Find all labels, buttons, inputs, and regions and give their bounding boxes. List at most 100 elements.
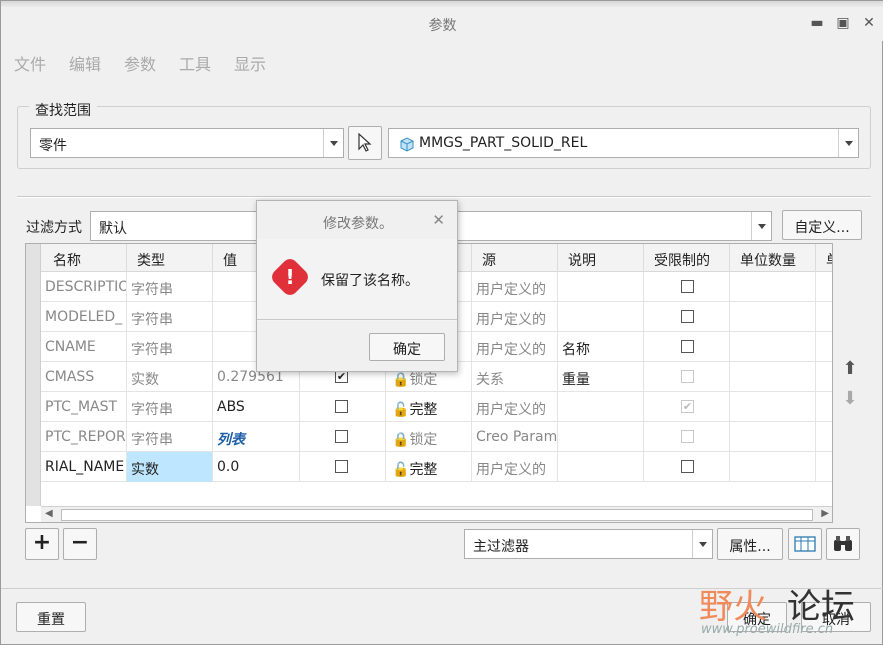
remove-parameter-button[interactable]: −: [63, 528, 97, 560]
table-columns-button[interactable]: [788, 528, 822, 560]
param-name[interactable]: DESCRIPTIO: [41, 272, 127, 302]
restricted-checkbox[interactable]: [681, 460, 694, 473]
watermark-logo-text: 野火: [699, 587, 767, 627]
param-type[interactable]: 字符串: [127, 332, 213, 362]
access-cell[interactable]: 🔓完整: [386, 452, 472, 482]
designate-checkbox[interactable]: [335, 430, 348, 443]
main-filter-dropdown[interactable]: 主过滤器: [464, 529, 713, 559]
customize-button[interactable]: 自定义...: [782, 210, 862, 240]
properties-button[interactable]: 属性...: [717, 528, 783, 560]
restricted-cell[interactable]: [644, 302, 730, 332]
col-unit[interactable]: 单: [816, 244, 832, 272]
param-source[interactable]: Creo Param: [472, 422, 558, 452]
model-dropdown[interactable]: MMGS_PART_SOLID_REL: [388, 128, 859, 158]
chevron-down-icon: [751, 212, 771, 240]
table-row[interactable]: PTC_REPOR 字符串 列表 🔒锁定 Creo Param: [41, 422, 832, 452]
param-source[interactable]: 用户定义的: [472, 392, 558, 422]
add-parameter-button[interactable]: +: [25, 528, 59, 560]
param-value[interactable]: 0.0: [213, 452, 300, 482]
table-columns-icon: [794, 536, 816, 552]
designate-checkbox[interactable]: [335, 460, 348, 473]
table-row[interactable]: RIAL_NAME 实数 0.0 🔓完整 用户定义的: [41, 452, 832, 482]
restricted-cell[interactable]: [644, 422, 730, 452]
param-source[interactable]: 关系: [472, 362, 558, 392]
designate-cell[interactable]: [300, 392, 386, 422]
param-description[interactable]: [558, 392, 644, 422]
param-description[interactable]: [558, 302, 644, 332]
col-unit-quantity[interactable]: 单位数量: [730, 244, 816, 272]
access-cell[interactable]: 🔓完整: [386, 392, 472, 422]
designate-cell[interactable]: [300, 452, 386, 482]
menu-parameters[interactable]: 参数: [124, 51, 156, 75]
dialog-ok-button[interactable]: 确定: [369, 333, 445, 361]
col-name[interactable]: 名称: [41, 244, 127, 272]
search-binoculars-button[interactable]: [826, 528, 860, 560]
restricted-checkbox[interactable]: [681, 340, 694, 353]
param-type[interactable]: 字符串: [127, 422, 213, 452]
close-icon[interactable]: ✕: [861, 15, 877, 31]
param-source[interactable]: 用户定义的: [472, 452, 558, 482]
maximize-icon[interactable]: ▣: [835, 15, 851, 31]
param-name[interactable]: CNAME: [41, 332, 127, 362]
unit-quantity-cell[interactable]: [730, 332, 816, 362]
restricted-cell[interactable]: ✔: [644, 392, 730, 422]
param-type[interactable]: 字符串: [127, 392, 213, 422]
unit-quantity-cell[interactable]: [730, 452, 816, 482]
unit-quantity-cell[interactable]: [730, 272, 816, 302]
restricted-checkbox[interactable]: [681, 310, 694, 323]
param-value[interactable]: ABS: [213, 392, 300, 422]
menu-display[interactable]: 显示: [234, 51, 266, 75]
horizontal-scrollbar[interactable]: ◀ ▶: [41, 506, 832, 522]
param-name[interactable]: RIAL_NAME: [41, 452, 127, 482]
col-restricted[interactable]: 受限制的: [644, 244, 730, 272]
restricted-cell[interactable]: [644, 362, 730, 392]
designate-cell[interactable]: [300, 422, 386, 452]
param-description[interactable]: [558, 272, 644, 302]
param-description[interactable]: [558, 422, 644, 452]
error-exclamation-icon: !: [285, 265, 295, 289]
scroll-right-icon[interactable]: ▶: [821, 508, 829, 519]
col-description[interactable]: 说明: [558, 244, 644, 272]
scroll-thumb[interactable]: [61, 509, 813, 521]
param-type[interactable]: 实数: [127, 362, 213, 392]
menu-file[interactable]: 文件: [14, 51, 46, 75]
param-name[interactable]: MODELED_: [41, 302, 127, 332]
move-down-icon[interactable]: ⬇: [839, 388, 861, 410]
param-source[interactable]: 用户定义的: [472, 332, 558, 362]
param-type-selected[interactable]: 实数: [127, 452, 213, 482]
select-model-button[interactable]: [348, 126, 382, 160]
reset-button[interactable]: 重置: [16, 602, 86, 632]
param-source[interactable]: 用户定义的: [472, 272, 558, 302]
param-type[interactable]: 字符串: [127, 272, 213, 302]
menu-edit[interactable]: 编辑: [69, 51, 101, 75]
unit-quantity-cell[interactable]: [730, 362, 816, 392]
menu-tools[interactable]: 工具: [179, 51, 211, 75]
table-row[interactable]: PTC_MAST 字符串 ABS 🔓完整 用户定义的 ✔: [41, 392, 832, 422]
restricted-cell[interactable]: [644, 332, 730, 362]
param-name[interactable]: PTC_REPOR: [41, 422, 127, 452]
unit-quantity-cell[interactable]: [730, 392, 816, 422]
restricted-checkbox[interactable]: [681, 280, 694, 293]
param-type[interactable]: 字符串: [127, 302, 213, 332]
param-description[interactable]: 名称: [558, 332, 644, 362]
restricted-cell[interactable]: [644, 452, 730, 482]
param-name[interactable]: CMASS: [41, 362, 127, 392]
param-description[interactable]: [558, 452, 644, 482]
designate-checkbox[interactable]: [335, 400, 348, 413]
unit-quantity-cell[interactable]: [730, 302, 816, 332]
access-cell[interactable]: 🔒锁定: [386, 422, 472, 452]
param-source[interactable]: 用户定义的: [472, 302, 558, 332]
param-value-link[interactable]: 列表: [213, 422, 300, 452]
close-icon[interactable]: ✕: [432, 211, 445, 229]
minus-icon: −: [70, 530, 90, 555]
scope-dropdown[interactable]: 零件: [30, 128, 344, 158]
col-type[interactable]: 类型: [127, 244, 213, 272]
unit-quantity-cell[interactable]: [730, 422, 816, 452]
param-name[interactable]: PTC_MAST: [41, 392, 127, 422]
scroll-left-icon[interactable]: ◀: [45, 508, 53, 519]
restricted-cell[interactable]: [644, 272, 730, 302]
move-up-icon[interactable]: ⬆: [839, 358, 861, 380]
col-source[interactable]: 源: [472, 244, 558, 272]
minimize-icon[interactable]: ▬: [809, 15, 825, 31]
param-description[interactable]: 重量: [558, 362, 644, 392]
